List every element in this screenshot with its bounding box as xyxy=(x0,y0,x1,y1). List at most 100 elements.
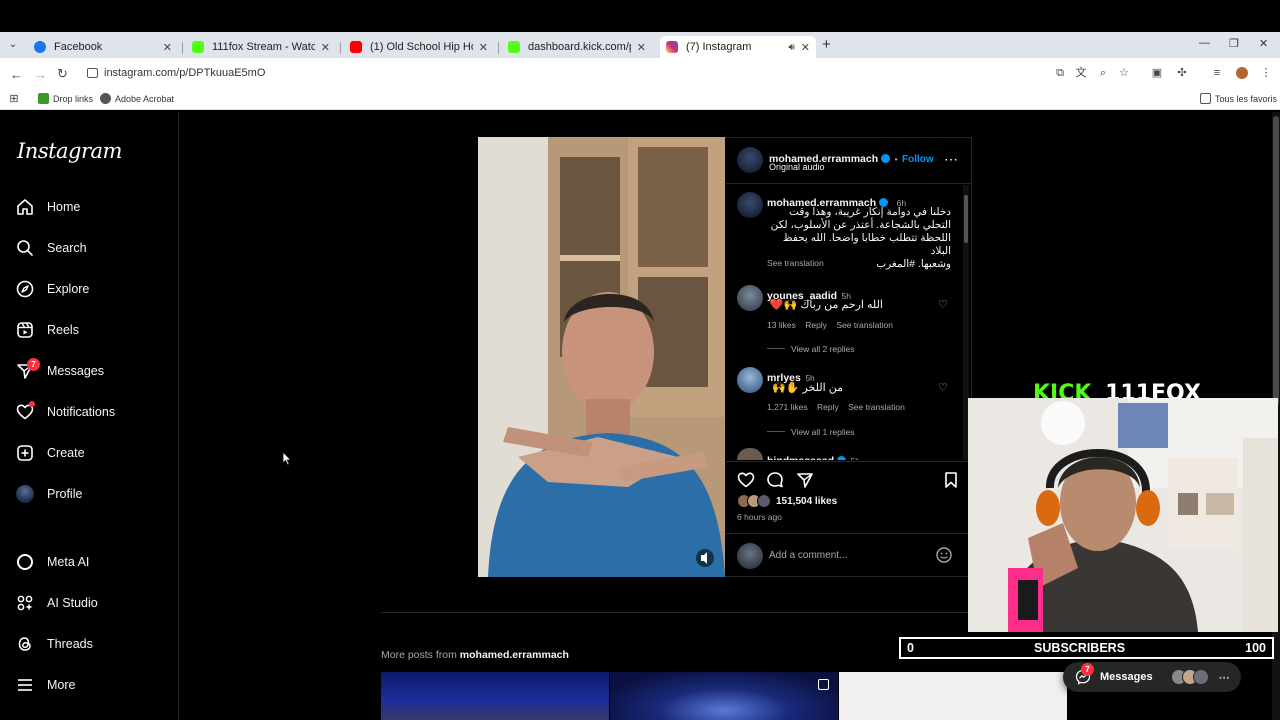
nav-home[interactable]: Home xyxy=(16,195,80,219)
comment-icon[interactable] xyxy=(766,471,784,494)
liker-avatar xyxy=(757,494,771,508)
nav-notifications[interactable]: Notifications xyxy=(16,400,115,424)
carousel-icon xyxy=(818,679,829,690)
more-post-thumbnail[interactable] xyxy=(839,672,1067,720)
comment-avatar[interactable] xyxy=(737,285,763,311)
own-avatar xyxy=(737,543,763,569)
bookmark-drop-links[interactable]: Drop links xyxy=(38,93,93,104)
follow-button[interactable]: Follow xyxy=(902,154,934,165)
nav-messages[interactable]: 7 Messages xyxy=(16,358,104,383)
avatar-icon xyxy=(16,485,34,503)
tab-111fox-stream[interactable]: 111fox Stream - Watch Live on ✕ xyxy=(186,36,336,58)
more-post-thumbnail[interactable] xyxy=(610,672,838,720)
nav-explore[interactable]: Explore xyxy=(16,277,89,301)
comment-like-icon[interactable]: ♡ xyxy=(938,382,950,394)
post-video[interactable] xyxy=(478,137,725,577)
url-text[interactable]: instagram.com/p/DPTkuuaE5mO xyxy=(104,67,265,79)
all-bookmarks[interactable]: Tous les favoris xyxy=(1200,93,1277,104)
close-tab-icon[interactable]: ✕ xyxy=(321,41,330,54)
back-icon[interactable]: ← xyxy=(10,67,23,82)
restore-icon[interactable]: ❐ xyxy=(1229,37,1239,50)
caption-see-translation[interactable]: See translation xyxy=(767,258,824,268)
comment-likes[interactable]: 13 likes xyxy=(767,320,796,330)
tab-instagram[interactable]: (7) Instagram 🔊︎ ✕ xyxy=(660,36,816,58)
view-replies-button[interactable]: View all 1 replies xyxy=(791,427,855,437)
see-translation-button[interactable]: See translation xyxy=(836,320,893,330)
notification-dot xyxy=(29,401,35,407)
media-control-icon[interactable]: ≡ xyxy=(1211,67,1223,79)
save-icon[interactable] xyxy=(942,471,960,494)
comment-likes[interactable]: 1,271 likes xyxy=(767,402,808,412)
tab-kick-dashboard[interactable]: dashboard.kick.com/popout/11 ✕ xyxy=(502,36,652,58)
comment-username[interactable]: hindmassaad xyxy=(767,455,834,460)
subscriber-current: 0 xyxy=(907,641,914,655)
speaker-icon[interactable]: 🔊︎ xyxy=(788,42,794,53)
menu-dots-icon[interactable]: ⋮ xyxy=(1260,67,1272,79)
heart-icon xyxy=(16,401,35,421)
site-info-icon[interactable] xyxy=(87,68,98,78)
nav-search[interactable]: Search xyxy=(16,236,87,260)
reply-button[interactable]: Reply xyxy=(805,320,827,330)
nav-label: Search xyxy=(47,241,87,255)
profile-avatar-icon[interactable] xyxy=(1236,67,1248,79)
nav-more[interactable]: More xyxy=(16,673,75,697)
apps-grid-icon[interactable]: ⊞ xyxy=(8,93,20,105)
translate-icon[interactable]: 文 xyxy=(1075,67,1087,79)
bookmark-star-icon[interactable]: ☆ xyxy=(1118,67,1130,79)
view-replies-button[interactable]: View all 2 replies xyxy=(791,344,855,354)
comment-like-icon[interactable]: ♡ xyxy=(938,299,950,311)
zoom-icon[interactable]: ⌕ xyxy=(1097,67,1109,79)
audio-label[interactable]: Original audio xyxy=(769,162,825,172)
caption-avatar[interactable] xyxy=(737,192,763,218)
close-tab-icon[interactable]: ✕ xyxy=(163,41,172,54)
emoji-icon[interactable] xyxy=(935,546,953,569)
nav-threads[interactable]: Threads xyxy=(16,632,93,656)
comment-avatar[interactable] xyxy=(737,367,763,393)
nav-label: Home xyxy=(47,200,81,214)
tab-facebook[interactable]: Facebook ✕ xyxy=(28,36,178,58)
nav-label: Explore xyxy=(47,282,90,296)
more-post-thumbnail[interactable] xyxy=(381,672,609,720)
tab-youtube-mix[interactable]: (1) Old School Hip Hop Mix - S ✕ xyxy=(344,36,494,58)
add-comment-input[interactable]: Add a comment... xyxy=(769,550,847,561)
page-scroll-thumb[interactable] xyxy=(1273,116,1279,406)
more-posts-username[interactable]: mohamed.errammach xyxy=(460,649,569,661)
reply-button[interactable]: Reply xyxy=(817,402,839,412)
share-icon[interactable] xyxy=(796,471,814,494)
author-avatar[interactable] xyxy=(737,147,763,173)
close-window-icon[interactable]: ✕ xyxy=(1259,37,1268,50)
more-options-icon[interactable]: ⋯ xyxy=(944,151,958,168)
extension-icon[interactable]: ▣ xyxy=(1151,67,1163,79)
subscriber-label: SUBSCRIBERS xyxy=(1034,641,1126,655)
instagram-logo[interactable]: Instagram xyxy=(17,139,122,163)
new-tab-button[interactable]: + xyxy=(822,36,831,53)
pill-avatars xyxy=(1170,669,1217,685)
close-tab-icon[interactable]: ✕ xyxy=(637,41,646,54)
puzzle-icon[interactable]: ✣ xyxy=(1176,67,1188,79)
messages-floating-button[interactable]: 7 Messages ⋯ xyxy=(1063,662,1241,692)
header-divider xyxy=(726,183,972,184)
nav-create[interactable]: Create xyxy=(16,441,85,465)
close-tab-icon[interactable]: ✕ xyxy=(801,41,810,54)
likes-count[interactable]: 151,504 likes xyxy=(776,496,837,507)
folder-icon xyxy=(1200,93,1211,104)
see-translation-button[interactable]: See translation xyxy=(848,402,905,412)
reload-icon[interactable]: ↻ xyxy=(57,66,68,82)
close-tab-icon[interactable]: ✕ xyxy=(479,41,488,54)
like-icon[interactable] xyxy=(737,471,755,494)
tab-separator xyxy=(498,42,499,54)
forward-icon[interactable]: → xyxy=(34,67,47,82)
post-age: 6 hours ago xyxy=(737,512,782,522)
install-app-icon[interactable]: ⧉ xyxy=(1054,67,1066,79)
comments-scroll-thumb[interactable] xyxy=(964,195,968,243)
nav-reels[interactable]: Reels xyxy=(16,318,79,342)
nav-ai-studio[interactable]: AI Studio xyxy=(16,591,98,615)
comment-time: 5h xyxy=(851,456,860,460)
nav-meta-ai[interactable]: Meta AI xyxy=(16,550,89,574)
bookmark-adobe-acrobat[interactable]: Adobe Acrobat xyxy=(100,93,174,104)
tab-search-icon[interactable]: ⌄ xyxy=(6,38,20,52)
ai-studio-icon xyxy=(16,594,34,612)
minimize-icon[interactable]: — xyxy=(1199,37,1210,49)
nav-profile[interactable]: Profile xyxy=(16,482,82,506)
messages-pill-label: Messages xyxy=(1100,671,1153,683)
